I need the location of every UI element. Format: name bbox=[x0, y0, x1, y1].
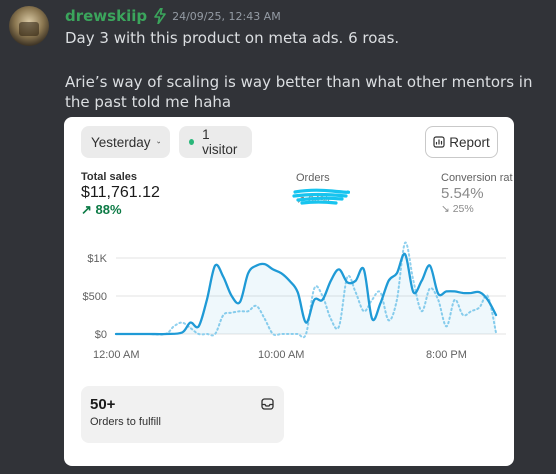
message-text-line-2: Arie’s way of scaling is way better than… bbox=[65, 73, 533, 111]
orders-to-fulfill-card[interactable]: 50+ Orders to fulfill bbox=[81, 386, 284, 443]
chart-series bbox=[114, 241, 498, 339]
x-tick-label: 10:00 AM bbox=[258, 349, 304, 361]
avatar[interactable] bbox=[9, 6, 49, 46]
x-axis: 12:00 AM 10:00 AM 8:00 PM bbox=[93, 349, 467, 361]
message-header: drewskiip 24/09/25, 12:43 AM bbox=[65, 6, 281, 26]
message-timestamp: 24/09/25, 12:43 AM bbox=[172, 9, 281, 23]
y-tick-label: $500 bbox=[83, 291, 107, 303]
username[interactable]: drewskiip bbox=[65, 7, 147, 25]
lightning-bolt-icon bbox=[154, 8, 166, 24]
screenshot-attachment[interactable]: Yesterday 1 visitor Report Total sales $… bbox=[64, 117, 514, 466]
fulfill-count: 50+ bbox=[90, 396, 116, 413]
sales-chart: $1K $500 $0 12:00 AM 10:00 AM 8:00 PM bbox=[83, 241, 506, 361]
fulfill-label: Orders to fulfill bbox=[90, 416, 161, 428]
inbox-icon bbox=[261, 398, 274, 410]
x-tick-label: 12:00 AM bbox=[93, 349, 139, 361]
message-text-line-1: Day 3 with this product on meta ads. 6 r… bbox=[65, 29, 400, 47]
x-tick-label: 8:00 PM bbox=[426, 349, 467, 361]
y-tick-label: $0 bbox=[95, 329, 107, 341]
y-axis: $1K $500 $0 bbox=[83, 253, 108, 341]
y-tick-label: $1K bbox=[87, 253, 107, 265]
